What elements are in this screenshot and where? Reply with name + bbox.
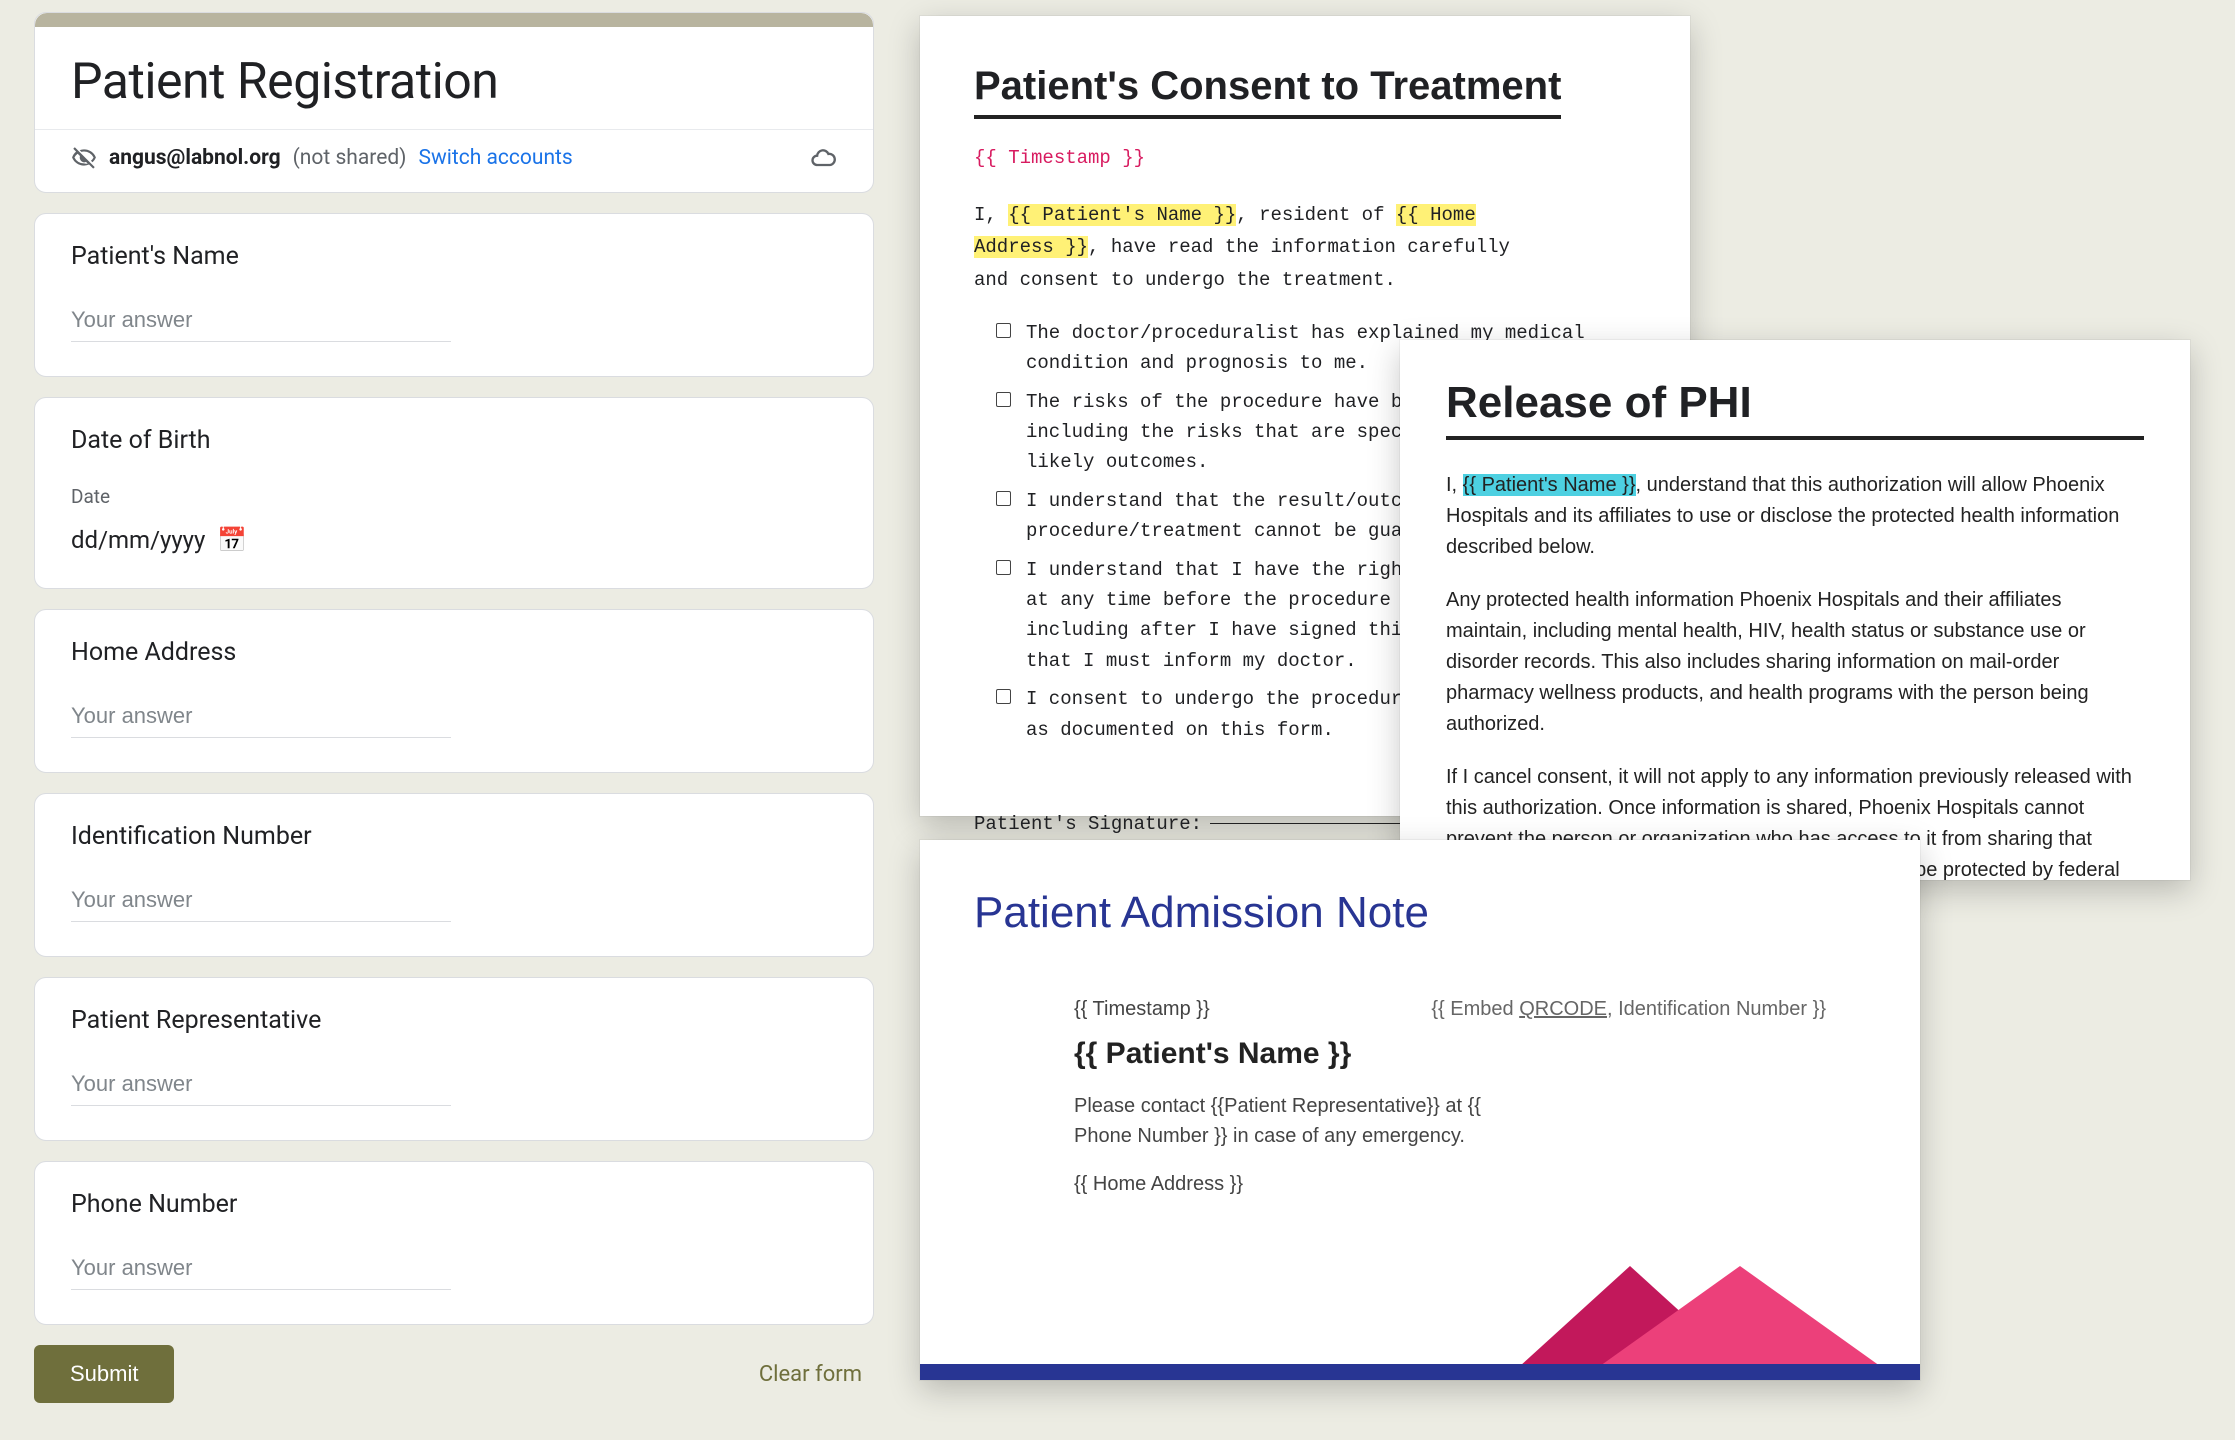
submit-button[interactable]: Submit (34, 1345, 174, 1403)
question-idnumber: Identification Number (34, 793, 874, 957)
phi-document: Release of PHI I, {{ Patient's Name }}, … (1400, 340, 2190, 880)
form-title: Patient Registration (71, 53, 837, 111)
label-representative: Patient Representative (71, 1006, 837, 1035)
admission-qrcode: {{ Embed QRCODE, Identification Number }… (1431, 998, 1826, 1021)
cloud-icon (809, 144, 837, 172)
input-patient-name[interactable] (71, 301, 451, 342)
question-patient-name: Patient's Name (34, 213, 874, 377)
admission-address: {{ Home Address }} (1074, 1169, 1534, 1199)
phi-paragraph: Any protected health information Phoenix… (1446, 585, 2144, 740)
question-representative: Patient Representative (34, 977, 874, 1141)
input-dob[interactable] (71, 526, 291, 554)
account-email: angus@labnol.org (109, 146, 281, 170)
consent-timestamp: {{ Timestamp }} (974, 147, 1636, 169)
label-idnumber: Identification Number (71, 822, 837, 851)
token-patient-name: {{ Patient's Name }} (1008, 204, 1236, 226)
registration-form: Patient Registration angus@labnol.org (n… (34, 12, 874, 1403)
admission-body: Please contact {{Patient Representative}… (1074, 1091, 1534, 1151)
admission-meta-row: {{ Timestamp }} {{ Embed QRCODE, Identif… (1074, 998, 1826, 1021)
label-patient-name: Patient's Name (71, 242, 837, 271)
question-address: Home Address (34, 609, 874, 773)
clear-form-link[interactable]: Clear form (759, 1362, 874, 1387)
input-idnumber[interactable] (71, 881, 451, 922)
form-accent-bar (35, 13, 873, 27)
consent-lead: I, {{ Patient's Name }}, resident of {{ … (974, 199, 1554, 296)
admission-document: Patient Admission Note {{ Timestamp }} {… (920, 840, 1920, 1380)
token-patient-name: {{ Patient's Name }} (1463, 474, 1636, 496)
consent-title: Patient's Consent to Treatment (974, 64, 1561, 119)
phi-paragraph: I, {{ Patient's Name }}, understand that… (1446, 470, 2144, 563)
label-phone: Phone Number (71, 1190, 837, 1219)
admission-footer-bar (920, 1364, 1920, 1380)
input-phone[interactable] (71, 1249, 451, 1290)
phi-title: Release of PHI (1446, 378, 2144, 440)
question-dob: Date of Birth Date (34, 397, 874, 589)
label-dob: Date of Birth (71, 426, 837, 455)
sublabel-dob: Date (71, 485, 837, 508)
admission-patient-name: {{ Patient's Name }} (1074, 1037, 1826, 1071)
form-header-card: Patient Registration angus@labnol.org (n… (34, 12, 874, 193)
visibility-off-icon (71, 145, 97, 171)
switch-accounts-link[interactable]: Switch accounts (419, 146, 573, 170)
admission-title: Patient Admission Note (974, 888, 1866, 938)
account-not-shared: (not shared) (293, 146, 407, 170)
admission-timestamp: {{ Timestamp }} (1074, 998, 1210, 1021)
label-address: Home Address (71, 638, 837, 667)
input-address[interactable] (71, 697, 451, 738)
input-representative[interactable] (71, 1065, 451, 1106)
question-phone: Phone Number (34, 1161, 874, 1325)
admission-footer-graphic (920, 1260, 1920, 1380)
